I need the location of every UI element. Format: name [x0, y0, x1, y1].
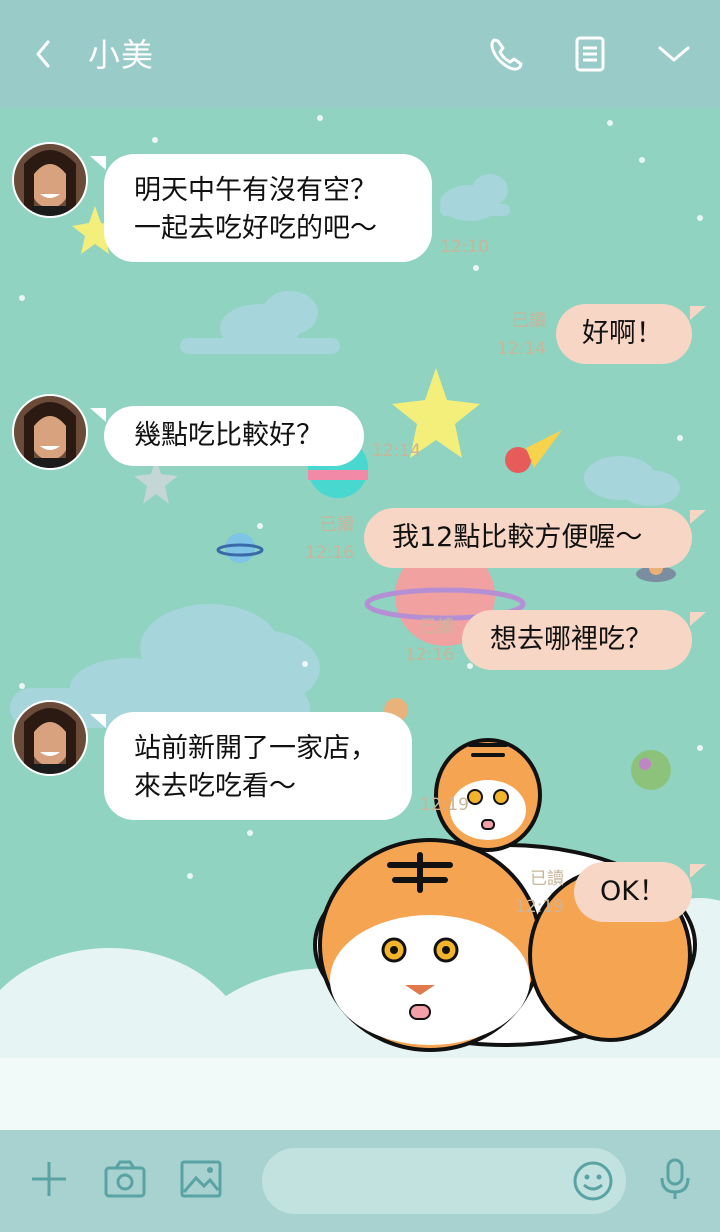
back-chevron-icon[interactable]: [26, 32, 66, 76]
image-icon[interactable]: [178, 1156, 224, 1202]
chat-screen: 小美 明天中午有沒有空？ 一起去吃好吃的吧～ 12:10 已讀 12:14 好啊…: [0, 0, 720, 1232]
notes-icon[interactable]: [568, 30, 612, 78]
message-text: 想去哪裡吃？: [490, 624, 652, 655]
message-text: 一起去吃好吃的吧～: [134, 213, 377, 244]
chat-input-bar: [0, 1130, 720, 1232]
message-text: 好啊！: [582, 318, 663, 349]
message-timestamp: 12:16: [305, 543, 354, 563]
microphone-icon[interactable]: [652, 1156, 698, 1202]
message-text: 來去吃吃看～: [134, 771, 296, 802]
contact-photo: [14, 396, 86, 468]
message-text: 明天中午有沒有空？: [134, 175, 377, 206]
message-timestamp: 12:16: [405, 645, 454, 665]
message-text: 幾點吃比較好？: [134, 420, 323, 451]
message-bubble-outgoing[interactable]: 想去哪裡吃？: [462, 610, 706, 670]
contact-avatar[interactable]: [12, 142, 88, 218]
message-timestamp: 12:10: [440, 237, 489, 257]
message-bubble-incoming[interactable]: 明天中午有沒有空？ 一起去吃好吃的吧～: [90, 154, 432, 262]
message-text: 站前新開了一家店，: [134, 733, 377, 764]
chat-header: 小美: [0, 0, 720, 108]
read-receipt: 已讀: [530, 869, 564, 889]
message-bubble-outgoing[interactable]: 好啊！: [556, 304, 706, 364]
emoji-icon[interactable]: [572, 1160, 614, 1202]
message-timestamp: 12:14: [497, 339, 546, 359]
plus-icon[interactable]: [26, 1156, 72, 1202]
message-timestamp: 12:14: [372, 441, 421, 461]
contact-photo: [14, 702, 86, 774]
phone-icon[interactable]: [484, 30, 528, 78]
message-timestamp: 12:19: [515, 897, 564, 917]
message-text: OK！: [600, 876, 666, 907]
chat-title: 小美: [88, 36, 155, 74]
contact-avatar[interactable]: [12, 700, 88, 776]
read-receipt: 已讀: [320, 515, 354, 535]
message-text: 我12點比較方便喔～: [392, 522, 643, 553]
contact-avatar[interactable]: [12, 394, 88, 470]
message-bubble-outgoing[interactable]: 我12點比較方便喔～: [364, 508, 706, 568]
chevron-down-icon[interactable]: [652, 30, 696, 78]
read-receipt: 已讀: [420, 617, 454, 637]
message-bubble-outgoing[interactable]: OK！: [574, 862, 706, 922]
camera-icon[interactable]: [102, 1156, 148, 1202]
message-input[interactable]: [262, 1148, 626, 1214]
read-receipt: 已讀: [512, 311, 546, 331]
contact-photo: [14, 144, 86, 216]
message-bubble-incoming[interactable]: 幾點吃比較好？: [90, 406, 364, 466]
message-timestamp: 12:19: [420, 795, 469, 815]
message-bubble-incoming[interactable]: 站前新開了一家店， 來去吃吃看～: [90, 712, 412, 820]
